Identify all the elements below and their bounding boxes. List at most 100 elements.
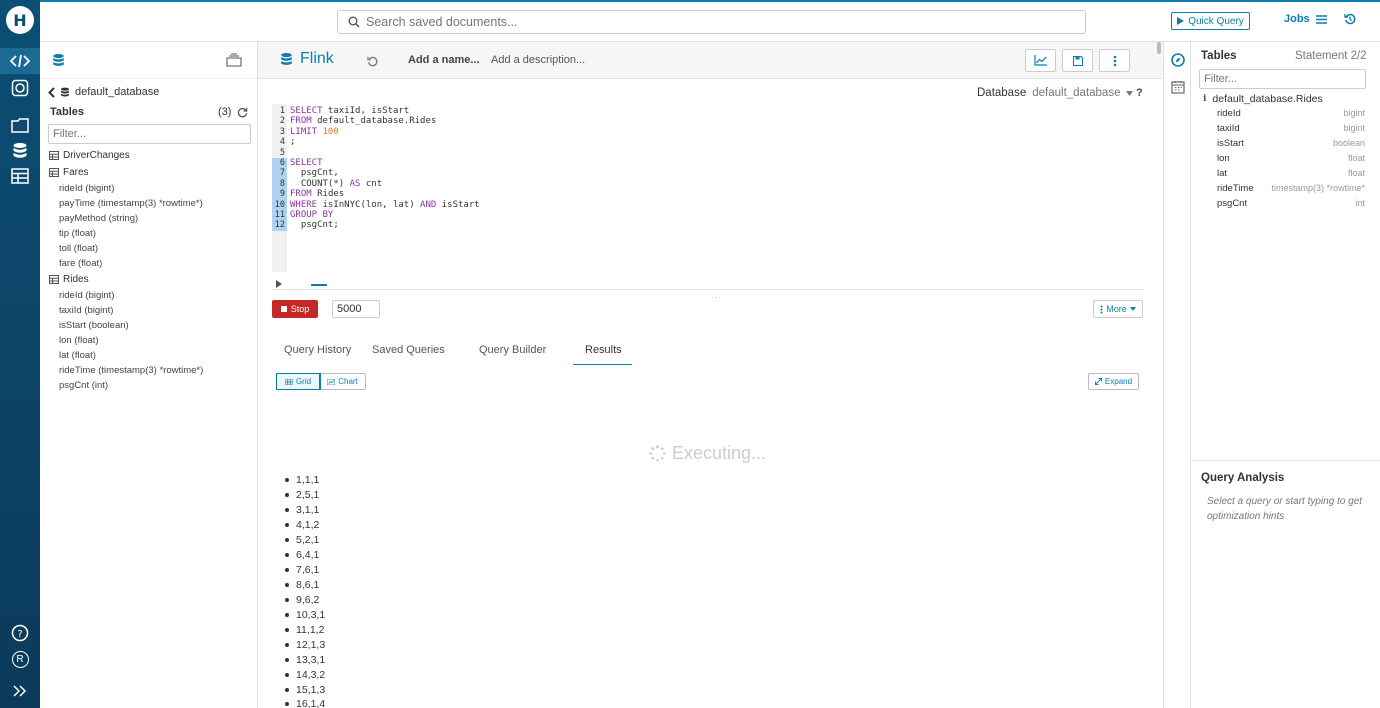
active-tab-indicator: [573, 364, 632, 365]
keyword: SELECT: [290, 106, 323, 116]
database-icon[interactable]: [52, 53, 65, 68]
column-item[interactable]: rideTime (timestamp(3) *rowtime*): [59, 365, 203, 376]
database-selector-value: default_database: [1032, 87, 1121, 99]
column-item[interactable]: psgCnt (int): [59, 380, 108, 391]
tab-query-history[interactable]: Query History: [284, 344, 351, 356]
right-column-name[interactable]: rideTime: [1217, 183, 1254, 194]
table-item-driverchanges[interactable]: DriverChanges: [49, 150, 130, 161]
column-item[interactable]: toll (float): [59, 243, 98, 254]
right-column-name[interactable]: taxiId: [1217, 123, 1240, 134]
query-description-field[interactable]: Add a description...: [491, 54, 585, 66]
search-input[interactable]: [366, 15, 1046, 29]
help-button[interactable]: ?: [1136, 87, 1143, 99]
table-item-rides[interactable]: Rides: [49, 274, 89, 285]
help-icon[interactable]: ?: [8, 622, 32, 644]
history-icon[interactable]: [367, 56, 378, 67]
database-icon[interactable]: [8, 140, 32, 162]
database-selector[interactable]: Database default_database: [977, 87, 1134, 99]
right-filter-input[interactable]: [1199, 69, 1366, 89]
right-column-name[interactable]: lat: [1217, 168, 1227, 179]
table-icon: [49, 151, 59, 160]
calendar-icon[interactable]: [1171, 80, 1185, 94]
column-item[interactable]: rideId (bigint): [59, 290, 114, 301]
more-button[interactable]: More: [1093, 300, 1143, 318]
query-analysis-title: Query Analysis: [1201, 472, 1285, 484]
column-item[interactable]: fare (float): [59, 258, 102, 269]
user-avatar[interactable]: R: [8, 648, 32, 670]
quick-query-button[interactable]: Quick Query: [1171, 12, 1250, 30]
keyword: LIMIT: [290, 126, 318, 137]
table-item-fares[interactable]: Fares: [49, 167, 89, 178]
right-column-name[interactable]: isStart: [1217, 138, 1244, 149]
search-box[interactable]: [337, 10, 1086, 34]
quick-query-label: Quick Query: [1188, 15, 1244, 27]
expand-nav-icon[interactable]: [8, 680, 32, 702]
chart-icon: [327, 378, 336, 385]
tab-saved-queries[interactable]: Saved Queries: [372, 344, 445, 356]
caret-down-icon: [1126, 90, 1134, 96]
right-column-type: bigint: [1343, 123, 1365, 133]
code-text: taxiId, isStart: [322, 106, 410, 116]
code-text: COUNT(*): [290, 178, 350, 189]
editor-divider: [272, 289, 1143, 290]
column-item[interactable]: rideId (bigint): [59, 183, 114, 194]
right-column-name[interactable]: lon: [1217, 153, 1230, 164]
documents-icon[interactable]: [226, 53, 242, 67]
engine-title: Flink: [300, 50, 334, 67]
expand-button[interactable]: Expand: [1088, 373, 1139, 390]
column-item[interactable]: tip (float): [59, 228, 96, 239]
right-column-name[interactable]: psgCnt: [1217, 198, 1247, 209]
stop-icon: [280, 306, 287, 312]
line-number: 3: [279, 126, 285, 137]
assist-panel-header: [40, 42, 257, 79]
keyword: AS: [349, 178, 361, 189]
line-number: 7: [272, 168, 287, 179]
column-item[interactable]: taxiId (bigint): [59, 305, 113, 316]
more-options-button[interactable]: [1099, 49, 1130, 72]
hue-logo[interactable]: H: [6, 6, 34, 34]
tab-query-builder[interactable]: Query Builder: [479, 344, 546, 356]
line-number: 5: [279, 147, 285, 158]
right-column-type: int: [1355, 198, 1365, 208]
compass-icon[interactable]: [1171, 53, 1185, 67]
code-editor-icon[interactable]: [8, 50, 32, 72]
svg-text:?: ?: [17, 629, 22, 640]
column-item[interactable]: lat (float): [59, 350, 96, 361]
caret-down-icon: [1129, 307, 1136, 311]
refresh-icon[interactable]: [237, 107, 248, 118]
column-item[interactable]: payMethod (string): [59, 213, 138, 224]
right-column-type: bigint: [1343, 108, 1365, 118]
right-table-item[interactable]: i default_database.Rides: [1203, 93, 1323, 105]
chart-view-button[interactable]: Chart: [320, 374, 365, 389]
column-item[interactable]: lon (float): [59, 335, 99, 346]
tables-icon[interactable]: [8, 165, 32, 187]
code-editor[interactable]: 1 2 3 4 5 6 7 8 9 10 11 12 SELECT taxiId…: [272, 104, 1142, 274]
column-item[interactable]: payTime (timestamp(3) *rowtime*): [59, 198, 203, 209]
info-icon: i: [1203, 94, 1207, 104]
chart-button[interactable]: [1025, 49, 1056, 72]
more-label: More: [1106, 304, 1127, 314]
list-item: 2,5,1: [285, 489, 319, 501]
query-name-field[interactable]: Add a name...: [408, 54, 480, 66]
tab-results[interactable]: Results: [585, 344, 622, 356]
dashboard-icon[interactable]: [8, 77, 32, 99]
limit-input[interactable]: 5000: [332, 300, 380, 318]
history-icon[interactable]: [1344, 13, 1356, 25]
database-breadcrumb[interactable]: default_database: [48, 86, 159, 98]
jobs-button[interactable]: Jobs: [1284, 13, 1327, 25]
table-filter-input[interactable]: [48, 124, 251, 144]
expand-icon: [1094, 378, 1102, 385]
caret-right-icon[interactable]: [276, 280, 282, 288]
stop-button[interactable]: Stop: [272, 300, 318, 318]
resize-handle[interactable]: ···: [711, 293, 722, 302]
right-table-name: default_database.Rides: [1212, 93, 1323, 105]
files-icon[interactable]: [8, 114, 32, 136]
right-assist-panel: Tables Statement 2/2 i default_database.…: [1191, 42, 1380, 708]
code-line: GROUP BY: [290, 210, 333, 220]
keyword: FROM: [290, 116, 312, 127]
grid-view-button[interactable]: Grid: [276, 373, 321, 390]
column-item[interactable]: isStart (boolean): [59, 320, 129, 331]
right-column-name[interactable]: rideId: [1217, 108, 1241, 119]
editor-scrollbar[interactable]: [1157, 42, 1161, 54]
save-button[interactable]: [1062, 49, 1093, 72]
